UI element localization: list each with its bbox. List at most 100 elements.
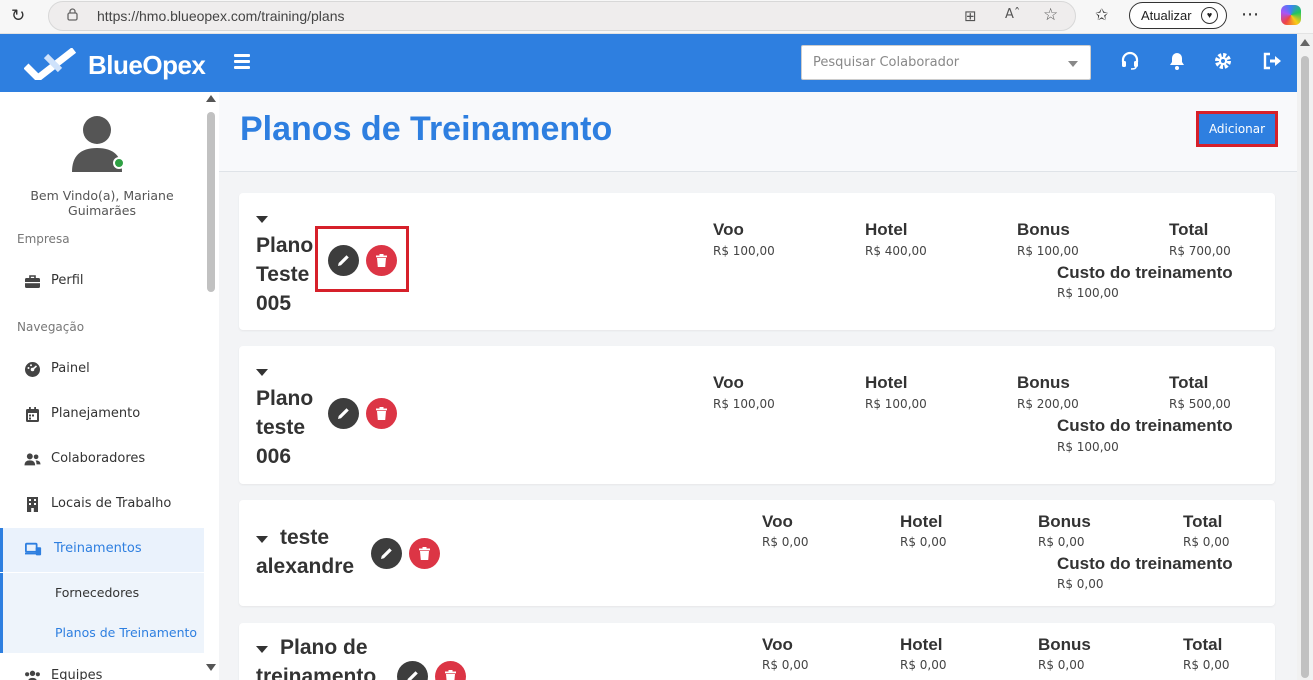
plan-card: Plano Teste 005 Voo R$ 100,00 Hotel R$ 400…: [239, 193, 1275, 330]
sidebar-item-perfil[interactable]: Perfil: [0, 260, 204, 304]
custo-label: Custo do treinamento: [1057, 416, 1233, 435]
plan-card: Plano teste 006 Voo R$ 100,00 Hotel R$ 100…: [239, 346, 1275, 484]
sidebar-item-label: Perfil: [51, 273, 84, 288]
bonus-value: R$ 0,00: [1038, 658, 1085, 672]
plan-name[interactable]: Plano Teste 005: [256, 231, 313, 318]
sidebar-subitem-fornecedores[interactable]: Fornecedores: [0, 573, 204, 613]
hotel-label: Hotel: [865, 220, 908, 239]
update-button[interactable]: Atualizar ♥: [1129, 2, 1227, 29]
total-value: R$ 500,00: [1169, 397, 1231, 411]
caret-down-icon[interactable]: [256, 216, 268, 223]
add-button[interactable]: Adicionar: [1196, 111, 1278, 147]
reload-icon[interactable]: ↻: [11, 6, 25, 26]
total-label: Total: [1183, 635, 1223, 654]
sidebar-item-label: Planejamento: [51, 406, 141, 421]
calendar-icon: [26, 407, 39, 422]
hotel-label: Hotel: [865, 373, 908, 392]
gear-icon[interactable]: [1213, 51, 1233, 71]
scroll-down-icon[interactable]: [206, 664, 216, 671]
menu-icon[interactable]: [234, 54, 250, 69]
edit-button[interactable]: [328, 398, 359, 429]
sidebar-item-label: Treinamentos: [54, 541, 142, 556]
sidebar-item-treinamentos[interactable]: Treinamentos: [0, 528, 204, 572]
window-scroll-thumb[interactable]: [1301, 56, 1309, 678]
sidebar-scrollbar[interactable]: [204, 92, 218, 680]
window-scrollbar[interactable]: [1297, 34, 1313, 680]
sidebar-scroll-thumb[interactable]: [207, 112, 215, 292]
sidebar-item-planejamento[interactable]: Planejamento: [0, 393, 204, 437]
voo-value: R$ 0,00: [762, 658, 809, 672]
hotel-value: R$ 0,00: [900, 658, 947, 672]
delete-button[interactable]: [409, 538, 440, 569]
trash-icon: [445, 670, 456, 680]
page-title: Planos de Treinamento: [240, 110, 613, 148]
sidebar-item-label: Colaboradores: [51, 451, 146, 466]
heartbeat-icon: ♥: [1201, 7, 1218, 24]
chevron-down-icon: [1068, 61, 1078, 67]
custo-label: Custo do treinamento: [1057, 263, 1233, 282]
logo-icon: [24, 48, 76, 80]
total-value: R$ 0,00: [1183, 535, 1230, 549]
delete-button[interactable]: [435, 661, 466, 680]
browser-toolbar: ↻ https://hmo.blueopex.com/training/plan…: [0, 0, 1313, 34]
lock-icon: [67, 8, 78, 21]
total-label: Total: [1169, 373, 1209, 392]
plan-name[interactable]: teste alexandre: [256, 523, 354, 581]
trash-icon: [376, 407, 387, 420]
bonus-value: R$ 100,00: [1017, 244, 1079, 258]
bonus-label: Bonus: [1038, 512, 1091, 531]
team-icon: [25, 670, 40, 680]
address-bar[interactable]: https://hmo.blueopex.com/training/plans …: [48, 1, 1076, 31]
scroll-up-icon[interactable]: [1300, 39, 1310, 46]
pencil-icon: [338, 255, 349, 266]
delete-button[interactable]: [366, 245, 397, 276]
app-header: BlueOpex Pesquisar Colaborador: [0, 34, 1297, 92]
bonus-label: Bonus: [1038, 635, 1091, 654]
training-icon: [25, 542, 42, 556]
users-icon: [24, 453, 41, 466]
scroll-up-icon[interactable]: [206, 95, 216, 102]
more-icon[interactable]: ⋯: [1241, 4, 1260, 25]
sidebar-item-label: Locais de Trabalho: [51, 496, 172, 511]
trash-icon: [419, 547, 430, 560]
edit-button[interactable]: [371, 538, 402, 569]
read-aloud-icon[interactable]: Aˆ: [1005, 7, 1020, 22]
plan-name[interactable]: Plano de treinamento: [256, 633, 376, 680]
online-status-dot: [113, 157, 125, 169]
sidebar-item-locais[interactable]: Locais de Trabalho: [0, 483, 204, 527]
voo-value: R$ 100,00: [713, 244, 775, 258]
hotel-value: R$ 100,00: [865, 397, 927, 411]
sidebar-item-painel[interactable]: Painel: [0, 348, 204, 392]
update-label: Atualizar: [1141, 8, 1192, 23]
hotel-label: Hotel: [900, 635, 943, 654]
sidebar: Bem Vindo(a), Mariane Guimarães Empresa …: [0, 92, 218, 680]
sidebar-item-label: Painel: [51, 361, 90, 376]
bell-icon[interactable]: [1167, 51, 1187, 71]
edit-button[interactable]: [328, 245, 359, 276]
employee-search-select[interactable]: Pesquisar Colaborador: [801, 45, 1091, 80]
total-label: Total: [1169, 220, 1209, 239]
favorites-icon[interactable]: ✩: [1095, 5, 1108, 24]
search-placeholder: Pesquisar Colaborador: [813, 55, 960, 70]
bonus-label: Bonus: [1017, 220, 1070, 239]
logout-icon[interactable]: [1262, 51, 1282, 71]
voo-value: R$ 100,00: [713, 397, 775, 411]
section-empresa: Empresa: [17, 232, 70, 246]
sidebar-item-colaboradores[interactable]: Colaboradores: [0, 438, 204, 482]
caret-down-icon[interactable]: [256, 369, 268, 376]
apps-icon[interactable]: ⊞: [964, 7, 977, 25]
page-header: Planos de Treinamento Adicionar: [219, 92, 1297, 172]
sidebar-item-equipes[interactable]: Equipes: [0, 655, 204, 680]
delete-button[interactable]: [366, 398, 397, 429]
copilot-icon[interactable]: [1281, 5, 1301, 25]
voo-value: R$ 0,00: [762, 535, 809, 549]
star-icon[interactable]: ☆: [1043, 5, 1058, 25]
bonus-label: Bonus: [1017, 373, 1070, 392]
total-value: R$ 0,00: [1183, 658, 1230, 672]
voo-label: Voo: [762, 635, 793, 654]
edit-button[interactable]: [397, 661, 428, 680]
section-navegacao: Navegação: [17, 320, 85, 334]
headset-icon[interactable]: [1120, 51, 1140, 71]
plan-name[interactable]: Plano teste 006: [256, 384, 313, 471]
sidebar-subitem-planos[interactable]: Planos de Treinamento: [0, 613, 204, 653]
